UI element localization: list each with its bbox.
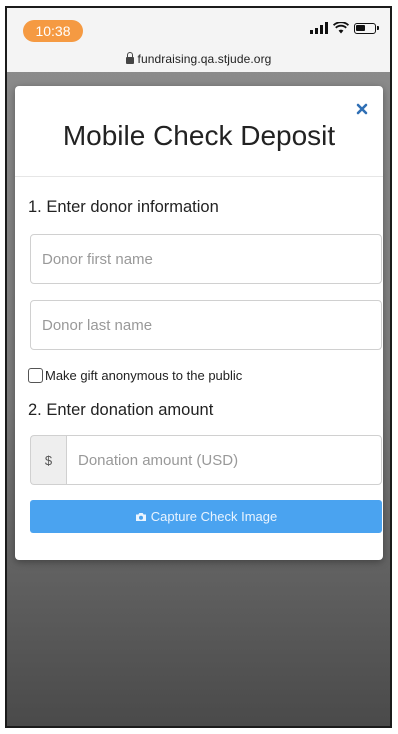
donor-last-name-input[interactable] [30,300,382,350]
battery-icon [354,22,379,34]
modal-title: Mobile Check Deposit [62,120,336,151]
status-icons [310,22,379,34]
donor-info-heading: 1. Enter donor information [28,198,219,216]
anonymous-gift-checkbox[interactable] [28,368,43,383]
address-bar[interactable]: fundraising.qa.stjude.org [7,52,390,66]
lock-icon [125,52,134,64]
currency-addon: $ [30,435,66,485]
donation-amount-input[interactable] [66,435,382,485]
close-icon[interactable] [353,100,371,118]
camera-icon [135,512,146,521]
capture-check-image-button[interactable]: Capture Check Image [30,500,382,533]
wifi-icon [333,22,349,34]
address-url: fundraising.qa.stjude.org [137,52,272,66]
donation-amount-group: $ [30,435,382,485]
mobile-check-deposit-modal: Mobile Check Deposit 1. Enter donor info… [15,86,383,560]
modal-header: Mobile Check Deposit [15,86,383,177]
status-time: 10:38 [23,20,83,42]
browser-status-bar: 10:38 fundraising.qa.stjude.org [7,8,390,72]
donor-first-name-input[interactable] [30,234,382,284]
phone-screen: 10:38 fundraising.qa.stjude.org Mobile C… [5,6,392,728]
anonymous-gift-checkbox-row[interactable]: Make gift anonymous to the public [28,368,242,383]
capture-button-label: Capture Check Image [150,509,278,524]
signal-icon [310,22,328,34]
anonymous-gift-label: Make gift anonymous to the public [45,368,243,383]
donation-amount-heading: 2. Enter donation amount [28,401,214,419]
